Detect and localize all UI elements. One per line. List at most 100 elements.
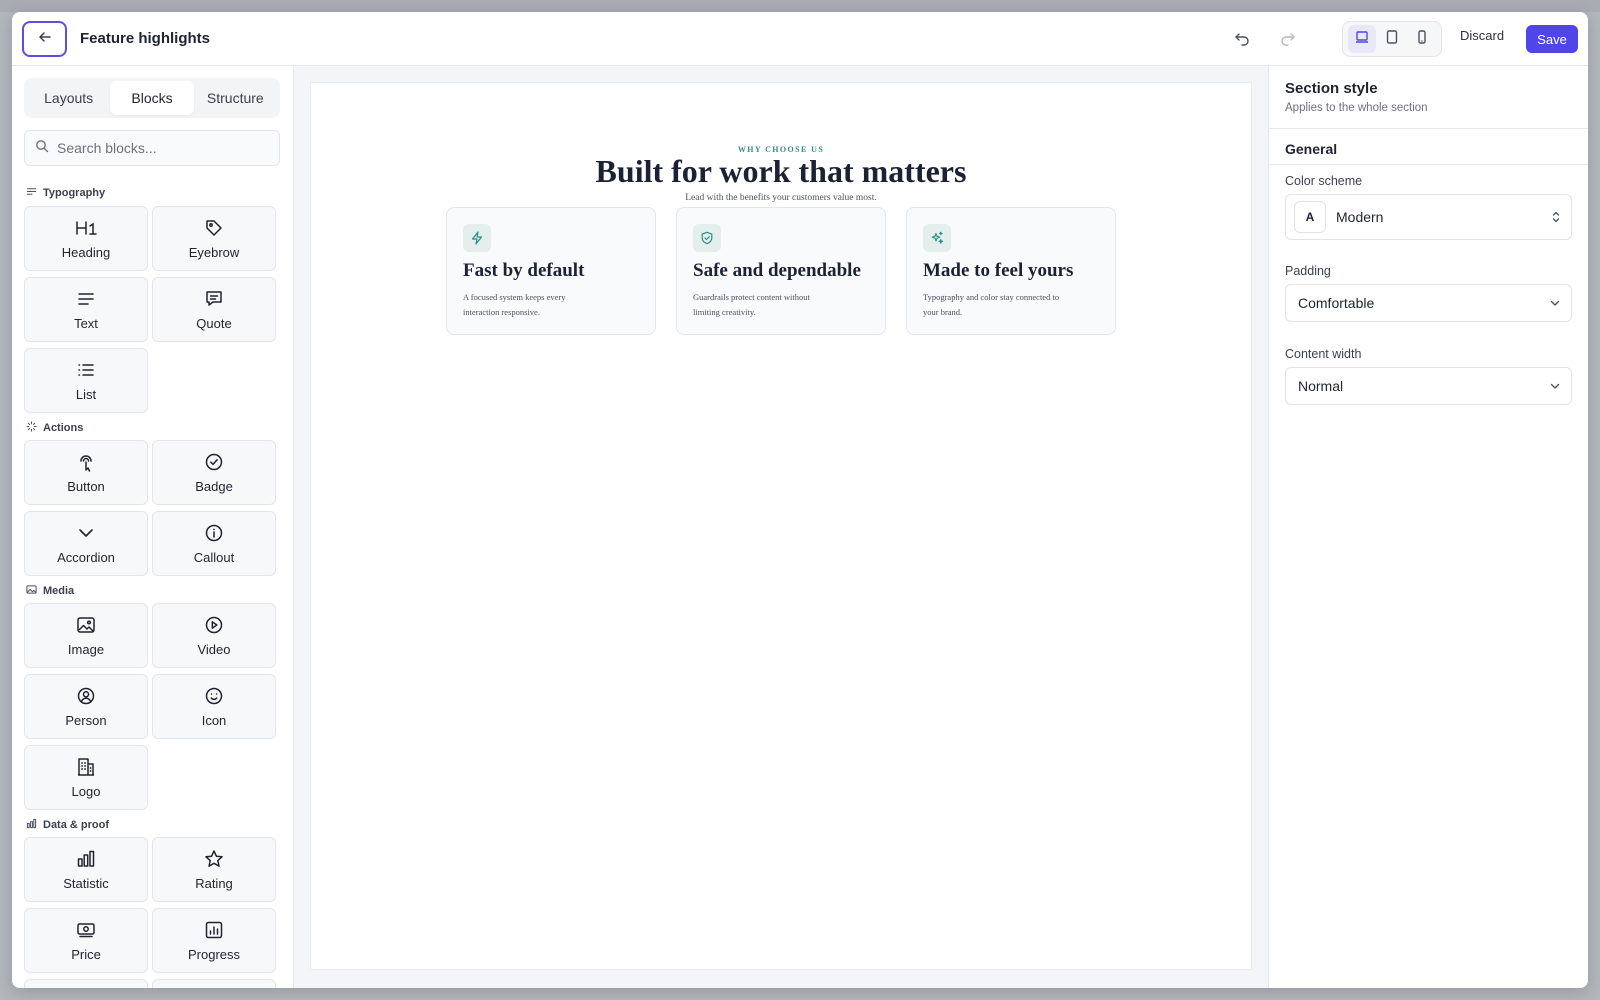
feature-card-title: Made to feel yours: [923, 260, 1074, 281]
feature-card-title: Safe and dependable: [693, 260, 861, 281]
tab-blocks[interactable]: Blocks: [110, 81, 194, 115]
editor-window: Feature highlights Discard Save Layouts …: [12, 12, 1588, 988]
block-rating[interactable]: Rating: [152, 837, 276, 902]
block-person[interactable]: Person: [24, 674, 148, 739]
feature-card[interactable]: Made to feel yours Typography and color …: [906, 207, 1116, 335]
panel-section-general[interactable]: General: [1285, 141, 1337, 157]
feature-card[interactable]: Safe and dependable Guardrails protect c…: [676, 207, 886, 335]
play-circle-icon: [204, 614, 224, 636]
chevron-down-icon: [1549, 380, 1561, 392]
content-width-label: Content width: [1285, 347, 1362, 361]
category-label: Typography: [43, 187, 106, 199]
chevron-down-icon: [1549, 297, 1561, 309]
block-progress[interactable]: Progress: [152, 908, 276, 973]
list-icon: [76, 359, 96, 381]
block-video[interactable]: Video: [152, 603, 276, 668]
blocks-sidebar: Layouts Blocks Structure Typography Head…: [12, 66, 294, 988]
block-list[interactable]: List: [24, 348, 148, 413]
padding-select[interactable]: Comfortable: [1285, 284, 1572, 322]
category-typography: Typography: [26, 186, 105, 200]
block-label: Icon: [201, 713, 227, 728]
bar-chart-icon: [76, 848, 96, 870]
block-partial: [152, 979, 276, 988]
star-icon: [204, 848, 224, 870]
tab-layouts[interactable]: Layouts: [27, 81, 110, 115]
quote-icon: [204, 288, 224, 310]
color-scheme-value: Modern: [1336, 209, 1384, 225]
page-canvas: WHY CHOOSE US Built for work that matter…: [310, 82, 1252, 970]
block-label: Image: [67, 642, 105, 657]
document-title: Feature highlights: [80, 30, 211, 47]
desktop-icon: [1354, 29, 1370, 50]
text-lines-icon: [26, 186, 43, 200]
text-icon: [76, 288, 96, 310]
redo-button[interactable]: [1274, 26, 1302, 54]
block-quote[interactable]: Quote: [152, 277, 276, 342]
block-partial: [24, 979, 148, 988]
chart-square-icon: [204, 919, 224, 941]
image-icon: [76, 614, 96, 636]
scheme-badge: A: [1294, 201, 1326, 233]
block-icon[interactable]: Icon: [152, 674, 276, 739]
block-logo[interactable]: Logo: [24, 745, 148, 810]
image-icon: [26, 584, 43, 598]
block-eyebrow[interactable]: Eyebrow: [152, 206, 276, 271]
block-label: Quote: [196, 316, 232, 331]
building-icon: [76, 756, 96, 778]
tab-structure[interactable]: Structure: [194, 81, 277, 115]
block-image[interactable]: Image: [24, 603, 148, 668]
check-circle-icon: [204, 451, 224, 473]
feature-card-desc: Guardrails protect content without limit…: [693, 292, 810, 317]
block-text[interactable]: Text: [24, 277, 148, 342]
back-button[interactable]: [22, 21, 67, 57]
block-label: Logo: [71, 784, 101, 799]
block-heading[interactable]: Heading: [24, 206, 148, 271]
sparkles-icon: [923, 224, 951, 252]
user-circle-icon: [76, 685, 96, 707]
color-scheme-select[interactable]: A Modern: [1285, 194, 1572, 240]
section-subhead[interactable]: Lead with the benefits your customers va…: [311, 193, 1251, 203]
block-callout[interactable]: Callout: [152, 511, 276, 576]
block-statistic[interactable]: Statistic: [24, 837, 148, 902]
block-button[interactable]: Button: [24, 440, 148, 505]
search-icon: [35, 139, 49, 158]
backdrop: [0, 0, 1600, 12]
pointer-tap-icon: [76, 451, 96, 473]
content-width-select[interactable]: Normal: [1285, 367, 1572, 405]
undo-button[interactable]: [1228, 26, 1256, 54]
shield-check-icon: [693, 224, 721, 252]
block-label: Progress: [187, 947, 241, 962]
discard-button[interactable]: Discard: [1460, 28, 1504, 43]
save-button[interactable]: Save: [1526, 25, 1578, 53]
category-label: Data & proof: [43, 819, 109, 831]
sidebar-tabs: Layouts Blocks Structure: [24, 78, 280, 118]
tag-icon: [204, 217, 224, 239]
block-price[interactable]: Price: [24, 908, 148, 973]
category-actions: Actions: [26, 421, 83, 435]
section-headline[interactable]: Built for work that matters: [311, 153, 1251, 190]
divider: [1269, 128, 1588, 129]
sparkle-icon: [26, 421, 43, 435]
search-input[interactable]: [57, 140, 267, 156]
bar-chart-icon: [26, 818, 43, 832]
panel-title: Section style: [1285, 80, 1378, 97]
feature-card[interactable]: Fast by default A focused system keeps e…: [446, 207, 656, 335]
block-label: Heading: [61, 245, 111, 260]
chevron-up-down-icon: [1551, 210, 1561, 224]
tablet-icon: [1384, 29, 1400, 50]
feature-card-desc: Typography and color stay connected to y…: [923, 292, 1060, 317]
mobile-icon: [1414, 29, 1430, 50]
desktop-preview-button[interactable]: [1348, 25, 1376, 53]
heading-icon: [75, 217, 97, 239]
block-badge[interactable]: Badge: [152, 440, 276, 505]
block-label: Statistic: [63, 876, 109, 891]
mobile-preview-button[interactable]: [1408, 25, 1436, 53]
block-accordion[interactable]: Accordion: [24, 511, 148, 576]
block-search: [24, 130, 280, 166]
undo-icon: [1234, 30, 1250, 51]
tablet-preview-button[interactable]: [1378, 25, 1406, 53]
banknote-icon: [76, 919, 96, 941]
category-label: Media: [43, 585, 75, 597]
divider: [1269, 164, 1588, 165]
block-label: Accordion: [57, 550, 115, 565]
